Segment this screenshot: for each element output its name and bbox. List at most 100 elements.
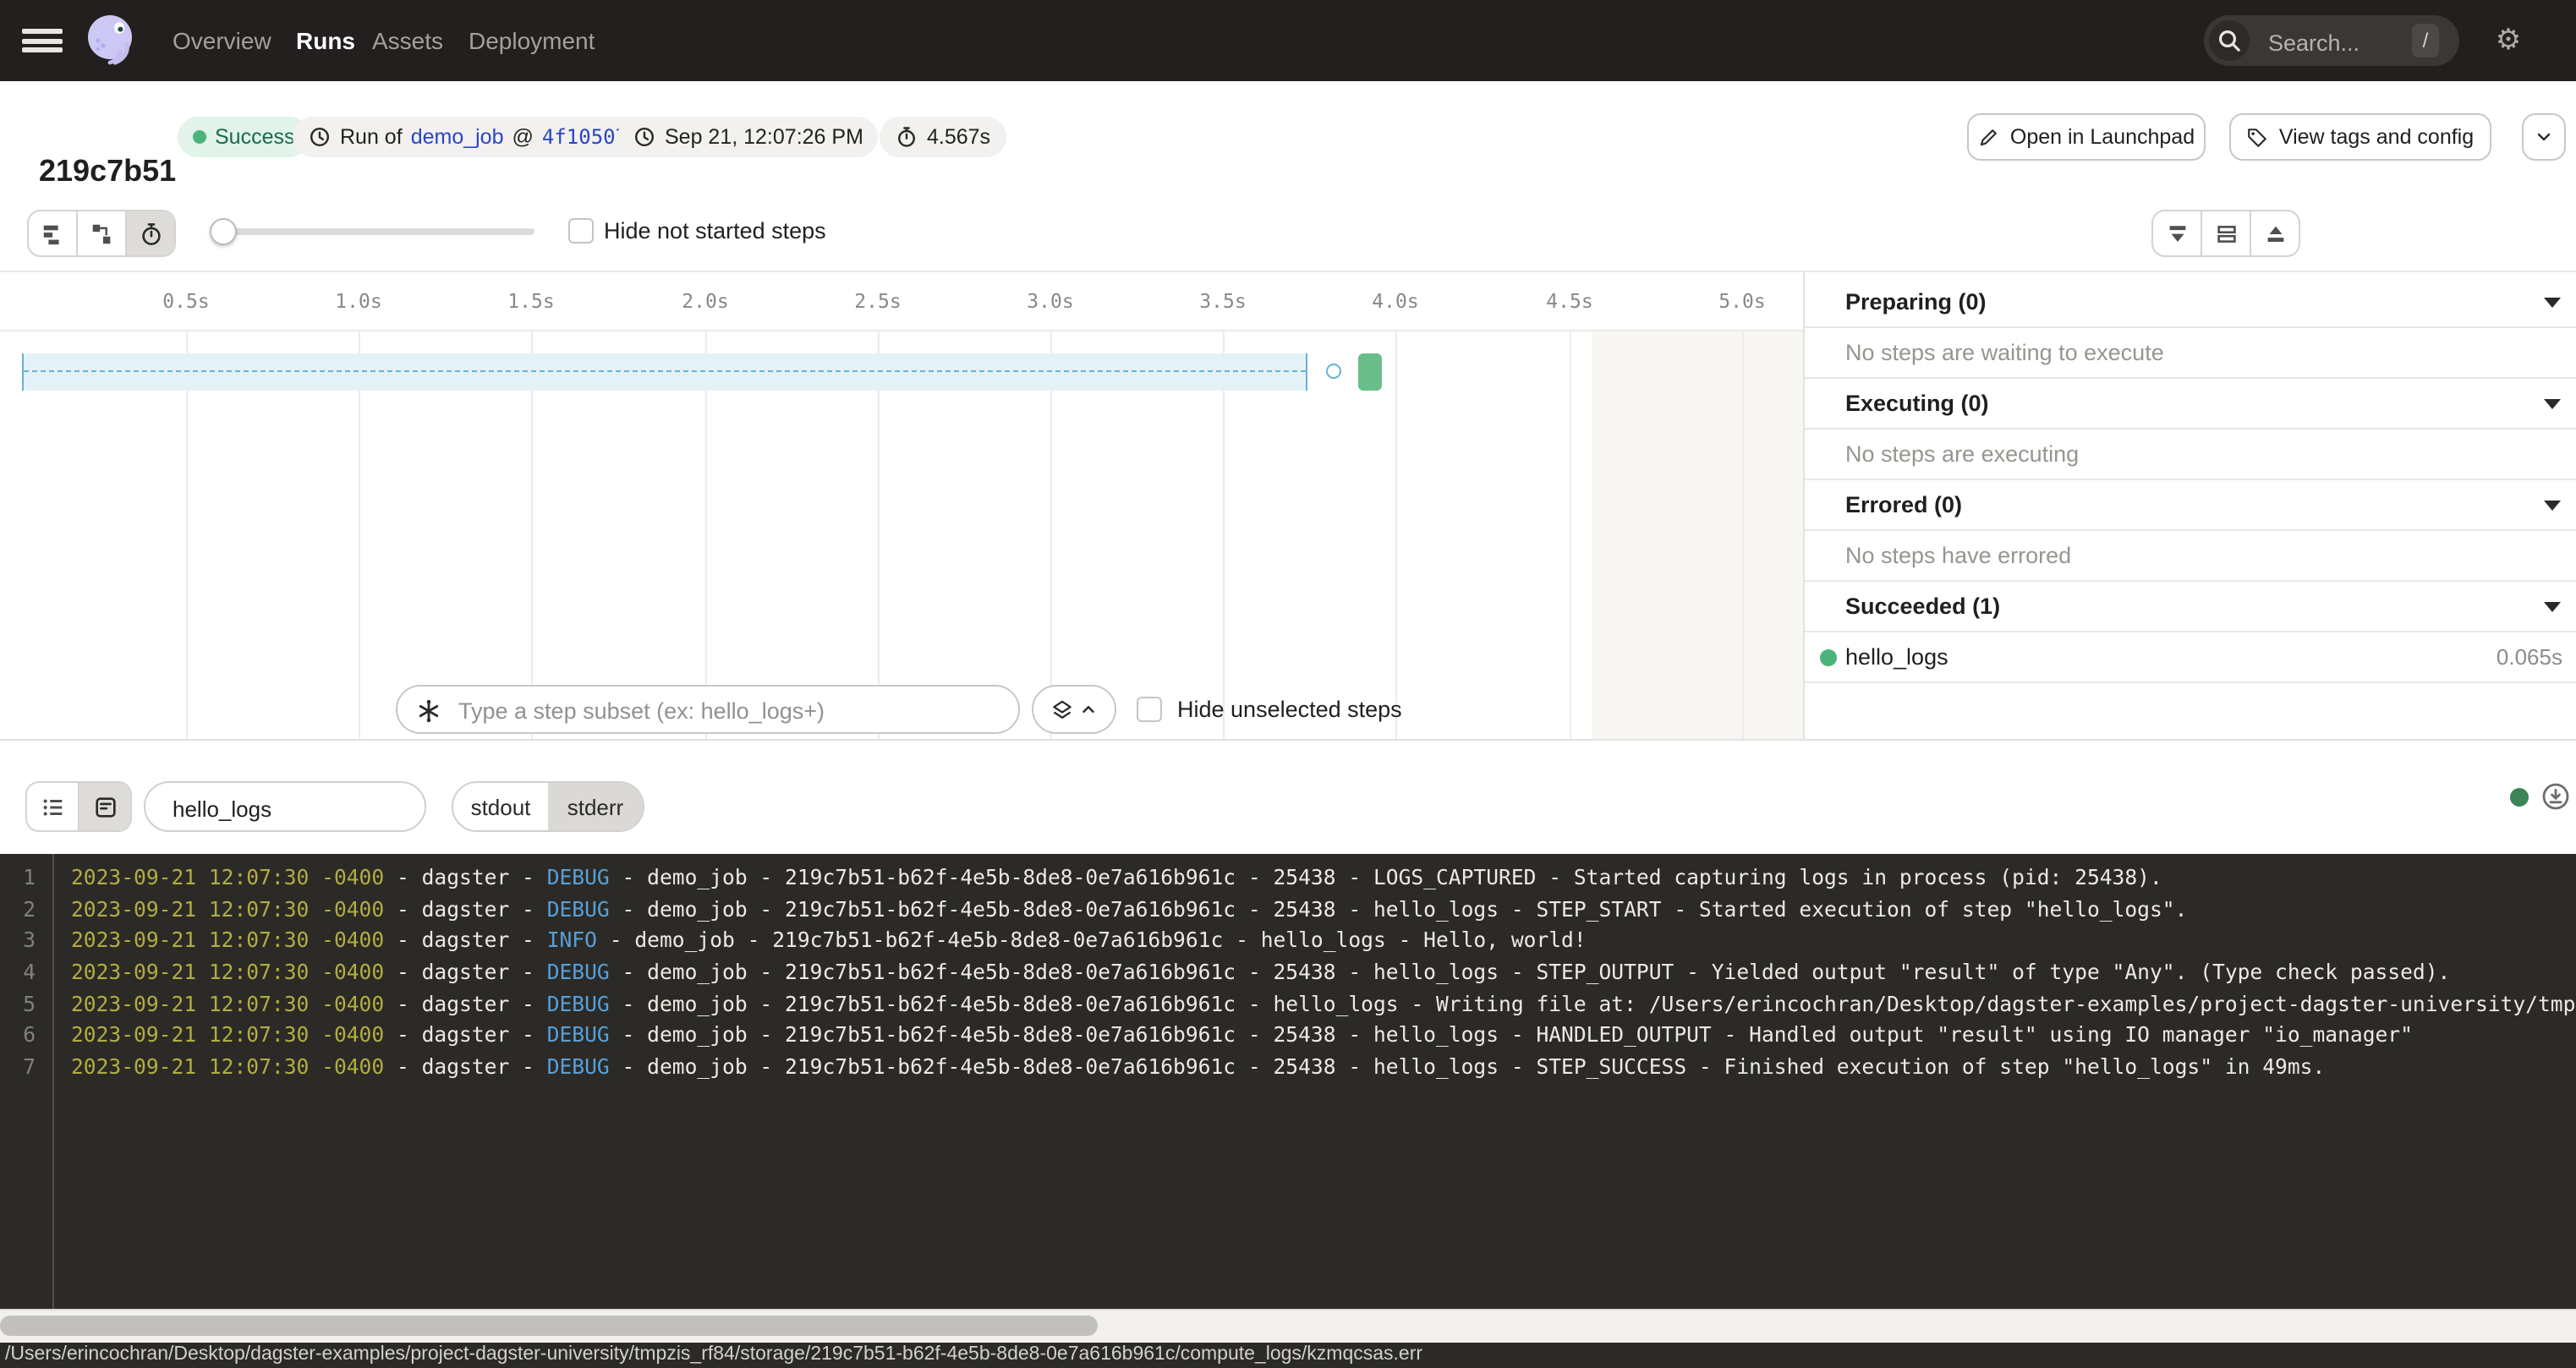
nav-tab-assets[interactable]: Assets [372, 0, 443, 81]
log-level: INFO [547, 928, 597, 952]
step-row-hello-logs[interactable]: hello_logs 0.065s [1805, 632, 2576, 683]
step-subset-field [396, 685, 1020, 734]
chevron-down-icon [2534, 127, 2554, 147]
panel-layout-group [2151, 210, 2300, 257]
tab-stderr[interactable]: stderr [548, 783, 643, 830]
section-header-errored[interactable]: Errored (0) [1805, 480, 2576, 531]
axis-tick: 3.0s [1027, 272, 1073, 330]
log-timestamp: 2023-09-21 12:07:30 -0400 [71, 960, 384, 984]
graph-query-toggle-button[interactable] [1032, 685, 1116, 734]
hide-not-started-label: Hide not started steps [604, 218, 826, 245]
log-line: 2 2023-09-21 12:07:30 -0400 - dagster - … [0, 895, 2576, 927]
open-in-launchpad-button[interactable]: Open in Launchpad [1967, 113, 2206, 161]
log-separator: - dagster - [384, 898, 547, 922]
log-message: - demo_job - 219c7b51-b62f-4e5b-8de8-0e7… [597, 928, 1587, 952]
flat-list-icon [40, 221, 65, 246]
section-title: Preparing (0) [1845, 289, 1987, 315]
run-of-pill: Run of demo_job @ 4f105077 [293, 117, 655, 157]
nav-tab-deployment[interactable]: Deployment [469, 0, 595, 81]
log-line: 5 2023-09-21 12:07:30 -0400 - dagster - … [0, 989, 2576, 1021]
log-level: DEBUG [547, 866, 610, 889]
expand-bottom-button[interactable] [2153, 211, 2202, 255]
line-number: 6 [0, 1020, 36, 1052]
split-rows-icon [2213, 221, 2239, 246]
log-line: 6 2023-09-21 12:07:30 -0400 - dagster - … [0, 1020, 2576, 1052]
hamburger-menu-icon[interactable] [22, 29, 63, 52]
hamburger-bar [22, 38, 63, 43]
global-search[interactable]: / [2204, 15, 2459, 66]
gantt-gridline [1742, 331, 1744, 739]
axis-tick: 2.5s [854, 272, 901, 330]
empty-state-text: No steps have errored [1845, 543, 2071, 568]
search-input[interactable] [2265, 15, 2407, 69]
gantt-gridline [1050, 331, 1052, 739]
hide-unselected-checkbox[interactable] [1137, 697, 1162, 722]
step-status-panel: Preparing (0) No steps are waiting to ex… [1803, 271, 2576, 739]
stopwatch-icon [895, 125, 918, 149]
log-line: 3 2023-09-21 12:07:30 -0400 - dagster - … [0, 925, 2576, 957]
gear-icon[interactable]: ⚙ [2491, 24, 2525, 57]
zoom-slider-thumb[interactable] [210, 218, 237, 245]
header-more-actions-button[interactable] [2522, 113, 2566, 161]
split-panels-button[interactable] [2202, 211, 2251, 255]
line-number: 3 [0, 925, 36, 957]
section-header-executing[interactable]: Executing (0) [1805, 379, 2576, 430]
dagster-run-page: Overview Runs Assets Deployment / ⚙ 219c… [0, 0, 2576, 1368]
log-message: - demo_job - 219c7b51-b62f-4e5b-8de8-0e7… [610, 960, 2451, 984]
hide-not-started-checkbox[interactable] [568, 218, 594, 244]
collapse-triangle-icon [2544, 601, 2561, 611]
axis-tick: 5.0s [1718, 272, 1765, 330]
section-title: Errored (0) [1845, 492, 1962, 517]
section-header-succeeded[interactable]: Succeeded (1) [1805, 582, 2576, 632]
step-subset-input[interactable] [455, 687, 1003, 736]
chevron-up-icon [1079, 700, 1098, 719]
log-step-filter-input[interactable] [169, 783, 413, 834]
gantt-gridline [878, 331, 880, 739]
log-message: - demo_job - 219c7b51-b62f-4e5b-8de8-0e7… [610, 1055, 2326, 1079]
event-list-view-button[interactable] [27, 783, 79, 830]
axis-tick: 1.5s [507, 272, 554, 330]
zoom-slider-track[interactable] [210, 228, 534, 235]
status-bar: /Users/erincochran/Desktop/dagster-examp… [0, 1343, 2576, 1368]
hamburger-bar [22, 29, 63, 34]
log-timestamp: 2023-09-21 12:07:30 -0400 [71, 898, 384, 922]
raw-log-view-button[interactable] [79, 783, 130, 830]
log-timestamp: 2023-09-21 12:07:30 -0400 [71, 1023, 384, 1047]
scrollbar-thumb[interactable] [0, 1316, 1098, 1336]
log-timestamp: 2023-09-21 12:07:30 -0400 [71, 928, 384, 952]
search-icon [2209, 20, 2250, 61]
nav-tab-overview[interactable]: Overview [173, 0, 271, 81]
waterfall-icon [89, 221, 114, 246]
waterfall-view-button[interactable] [78, 211, 127, 255]
log-toolbar: stdout stderr [0, 741, 2576, 854]
horizontal-scrollbar[interactable] [0, 1309, 2576, 1343]
nav-tab-runs[interactable]: Runs [296, 0, 355, 81]
line-number: 2 [0, 895, 36, 927]
run-header: 219c7b51 Success Run of demo_job @ 4f105… [0, 81, 2576, 196]
empty-state-text: No steps are executing [1845, 441, 2079, 467]
section-header-preparing[interactable]: Preparing (0) [1805, 277, 2576, 328]
flat-view-button[interactable] [29, 211, 78, 255]
tab-stdout[interactable]: stdout [453, 783, 548, 830]
clock-icon [633, 125, 656, 149]
download-log-button[interactable] [2540, 781, 2571, 812]
hamburger-bar [22, 47, 63, 52]
dagster-logo[interactable] [81, 10, 142, 71]
log-message: - demo_job - 219c7b51-b62f-4e5b-8de8-0e7… [610, 898, 2188, 922]
timed-view-button[interactable] [127, 211, 174, 255]
log-level: DEBUG [547, 898, 610, 922]
expand-top-button[interactable] [2251, 211, 2299, 255]
axis-baseline [0, 330, 1803, 331]
gantt-step-bar-hello-logs[interactable] [1358, 353, 1382, 391]
step-waiting-band [22, 353, 1307, 391]
empty-state-row: No steps are waiting to execute [1805, 328, 2576, 379]
job-link[interactable]: demo_job [411, 125, 504, 149]
log-separator: - dagster - [384, 960, 547, 984]
gantt-gridline [531, 331, 533, 739]
step-start-marker[interactable] [1326, 364, 1341, 379]
gantt-gridline [705, 331, 707, 739]
capture-status-dot-icon [2510, 788, 2529, 807]
section-title: Executing (0) [1845, 391, 1989, 416]
view-tags-config-button[interactable]: View tags and config [2229, 113, 2491, 161]
collapse-triangle-icon [2544, 297, 2561, 307]
